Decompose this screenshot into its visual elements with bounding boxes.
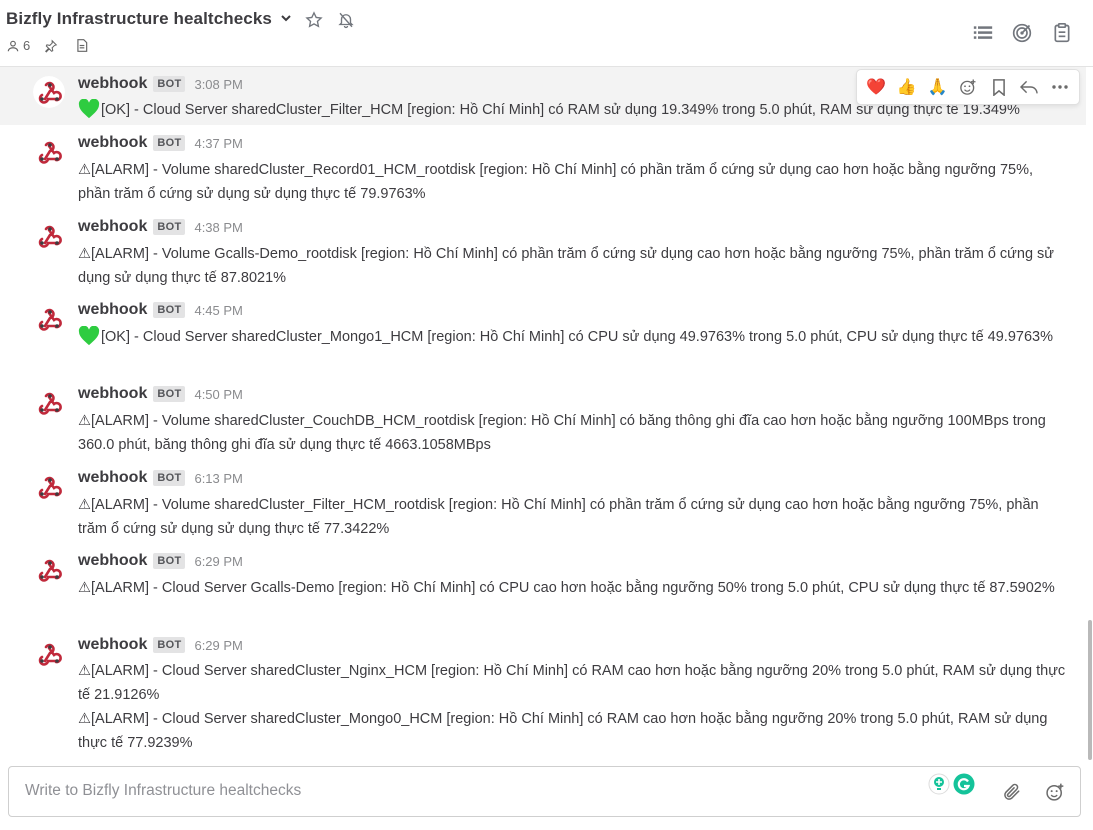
message-line: ⚠[ALARM] - Cloud Server Gcalls-Demo [reg… bbox=[78, 580, 1055, 596]
post-header: webhook BOT 6:13 PM bbox=[78, 469, 243, 487]
post-hover-menu: ❤️ 👍 🙏 bbox=[856, 69, 1080, 105]
post-message: ⚠[ALARM] - Cloud Server Gcalls-Demo [reg… bbox=[78, 576, 1068, 600]
message-line: [OK] - Cloud Server sharedCluster_Mongo1… bbox=[101, 329, 1053, 345]
channel-name: Bizfly Infrastructure healtchecks bbox=[6, 9, 272, 28]
post-header: webhook BOT 3:08 PM bbox=[78, 75, 243, 93]
message-line: ⚠[ALARM] - Cloud Server sharedCluster_Mo… bbox=[78, 711, 1048, 751]
message-input[interactable]: Write to Bizfly Infrastructure healtchec… bbox=[25, 782, 301, 800]
post-message: ⚠[ALARM] - Volume sharedCluster_Filter_H… bbox=[78, 493, 1068, 541]
reaction-thumbsup-button[interactable]: 👍 bbox=[895, 75, 919, 99]
message-line: ⚠[ALARM] - Volume sharedCluster_Record01… bbox=[78, 162, 1033, 202]
webhook-avatar-icon[interactable] bbox=[33, 387, 65, 419]
bot-badge: BOT bbox=[153, 219, 186, 235]
post-time[interactable]: 4:45 PM bbox=[194, 303, 242, 318]
save-bookmark-icon[interactable] bbox=[987, 75, 1011, 99]
post[interactable]: webhook BOT 4:50 PM ⚠[ALARM] - Volume sh… bbox=[0, 379, 1086, 459]
channel-header: Bizfly Infrastructure healtchecks 6 bbox=[0, 0, 1093, 67]
bot-badge: BOT bbox=[153, 637, 186, 653]
post-message: ⚠[ALARM] - Volume sharedCluster_CouchDB_… bbox=[78, 409, 1068, 457]
bot-badge: BOT bbox=[153, 76, 186, 92]
webhook-avatar-icon[interactable] bbox=[33, 554, 65, 586]
webhook-avatar-icon[interactable] bbox=[33, 76, 65, 108]
message-line: ⚠[ALARM] - Volume sharedCluster_Filter_H… bbox=[78, 497, 1039, 537]
message-composer[interactable]: Write to Bizfly Infrastructure healtchec… bbox=[8, 766, 1081, 817]
username[interactable]: webhook bbox=[78, 218, 147, 236]
bot-badge: BOT bbox=[153, 302, 186, 318]
bot-badge: BOT bbox=[153, 553, 186, 569]
scrollbar-thumb[interactable] bbox=[1088, 620, 1092, 760]
post[interactable]: webhook BOT 6:29 PM ⚠[ALARM] - Cloud Ser… bbox=[0, 546, 1086, 626]
post-time[interactable]: 4:38 PM bbox=[194, 220, 242, 235]
post-header: webhook BOT 6:29 PM bbox=[78, 636, 243, 654]
channel-title[interactable]: Bizfly Infrastructure healtchecks bbox=[6, 9, 292, 29]
green-heart-icon bbox=[78, 98, 100, 127]
reaction-pray-button[interactable]: 🙏 bbox=[925, 75, 949, 99]
post-header: webhook BOT 4:37 PM bbox=[78, 134, 243, 152]
webhook-avatar-icon[interactable] bbox=[33, 136, 65, 168]
message-line: ⚠[ALARM] - Volume Gcalls-Demo_rootdisk [… bbox=[78, 246, 1055, 286]
mute-bell-icon[interactable] bbox=[336, 10, 356, 30]
post-message: [OK] - Cloud Server sharedCluster_Mongo1… bbox=[78, 325, 1068, 354]
attachment-icon[interactable] bbox=[1002, 782, 1022, 807]
post[interactable]: webhook BOT 4:38 PM ⚠[ALARM] - Volume Gc… bbox=[0, 212, 1086, 292]
post-header: webhook BOT 4:38 PM bbox=[78, 218, 243, 236]
username[interactable]: webhook bbox=[78, 75, 147, 93]
files-icon[interactable] bbox=[75, 38, 89, 53]
reaction-heart-button[interactable]: ❤️ bbox=[864, 75, 888, 99]
post-header: webhook BOT 4:45 PM bbox=[78, 301, 243, 319]
chevron-down-icon[interactable] bbox=[280, 13, 292, 23]
post[interactable]: webhook BOT 4:45 PM [OK] - Cloud Server … bbox=[0, 295, 1086, 375]
username[interactable]: webhook bbox=[78, 385, 147, 403]
username[interactable]: webhook bbox=[78, 636, 147, 654]
grammarly-g-icon[interactable] bbox=[953, 773, 975, 795]
favorite-star-icon[interactable] bbox=[304, 10, 324, 30]
webhook-avatar-icon[interactable] bbox=[33, 220, 65, 252]
reply-icon[interactable] bbox=[1017, 75, 1041, 99]
webhook-avatar-icon[interactable] bbox=[33, 638, 65, 670]
webhook-avatar-icon[interactable] bbox=[33, 303, 65, 335]
post[interactable]: webhook BOT 6:13 PM ⚠[ALARM] - Volume sh… bbox=[0, 463, 1086, 543]
post-time[interactable]: 6:29 PM bbox=[194, 638, 242, 653]
clipboard-icon[interactable] bbox=[1051, 22, 1073, 44]
grammarly-widget bbox=[928, 773, 975, 795]
post-time[interactable]: 3:08 PM bbox=[194, 77, 242, 92]
target-icon[interactable] bbox=[1011, 22, 1033, 44]
more-actions-icon[interactable] bbox=[1048, 75, 1072, 99]
add-reaction-icon[interactable] bbox=[956, 75, 980, 99]
webhook-avatar-icon[interactable] bbox=[33, 471, 65, 503]
post-time[interactable]: 4:37 PM bbox=[194, 136, 242, 151]
post-time[interactable]: 6:29 PM bbox=[194, 554, 242, 569]
username[interactable]: webhook bbox=[78, 552, 147, 570]
green-heart-icon bbox=[78, 325, 100, 354]
post-header: webhook BOT 6:29 PM bbox=[78, 552, 243, 570]
post-time[interactable]: 4:50 PM bbox=[194, 387, 242, 402]
grammarly-suggestion-icon[interactable] bbox=[928, 773, 950, 795]
post-time[interactable]: 6:13 PM bbox=[194, 471, 242, 486]
post-message: ⚠[ALARM] - Volume sharedCluster_Record01… bbox=[78, 158, 1068, 206]
pin-icon[interactable] bbox=[44, 38, 58, 53]
username[interactable]: webhook bbox=[78, 301, 147, 319]
message-line: ⚠[ALARM] - Cloud Server sharedCluster_Ng… bbox=[78, 663, 1066, 703]
username[interactable]: webhook bbox=[78, 469, 147, 487]
username[interactable]: webhook bbox=[78, 134, 147, 152]
post-message: ⚠[ALARM] - Volume Gcalls-Demo_rootdisk [… bbox=[78, 242, 1068, 290]
emoji-picker-icon[interactable] bbox=[1045, 782, 1065, 807]
message-line: ⚠[ALARM] - Volume sharedCluster_CouchDB_… bbox=[78, 413, 1046, 453]
bot-badge: BOT bbox=[153, 386, 186, 402]
post[interactable]: webhook BOT 4:37 PM ⚠[ALARM] - Volume sh… bbox=[0, 128, 1086, 208]
bot-badge: BOT bbox=[153, 135, 186, 151]
channel-list-icon[interactable] bbox=[972, 22, 994, 44]
bot-badge: BOT bbox=[153, 470, 186, 486]
channel-meta: 6 bbox=[6, 38, 89, 53]
post-message: ⚠[ALARM] - Cloud Server sharedCluster_Ng… bbox=[78, 659, 1068, 755]
post[interactable]: webhook BOT 6:29 PM ⚠[ALARM] - Cloud Ser… bbox=[0, 630, 1086, 758]
member-count[interactable]: 6 bbox=[23, 38, 30, 53]
post-header: webhook BOT 4:50 PM bbox=[78, 385, 243, 403]
members-icon[interactable] bbox=[6, 39, 20, 53]
